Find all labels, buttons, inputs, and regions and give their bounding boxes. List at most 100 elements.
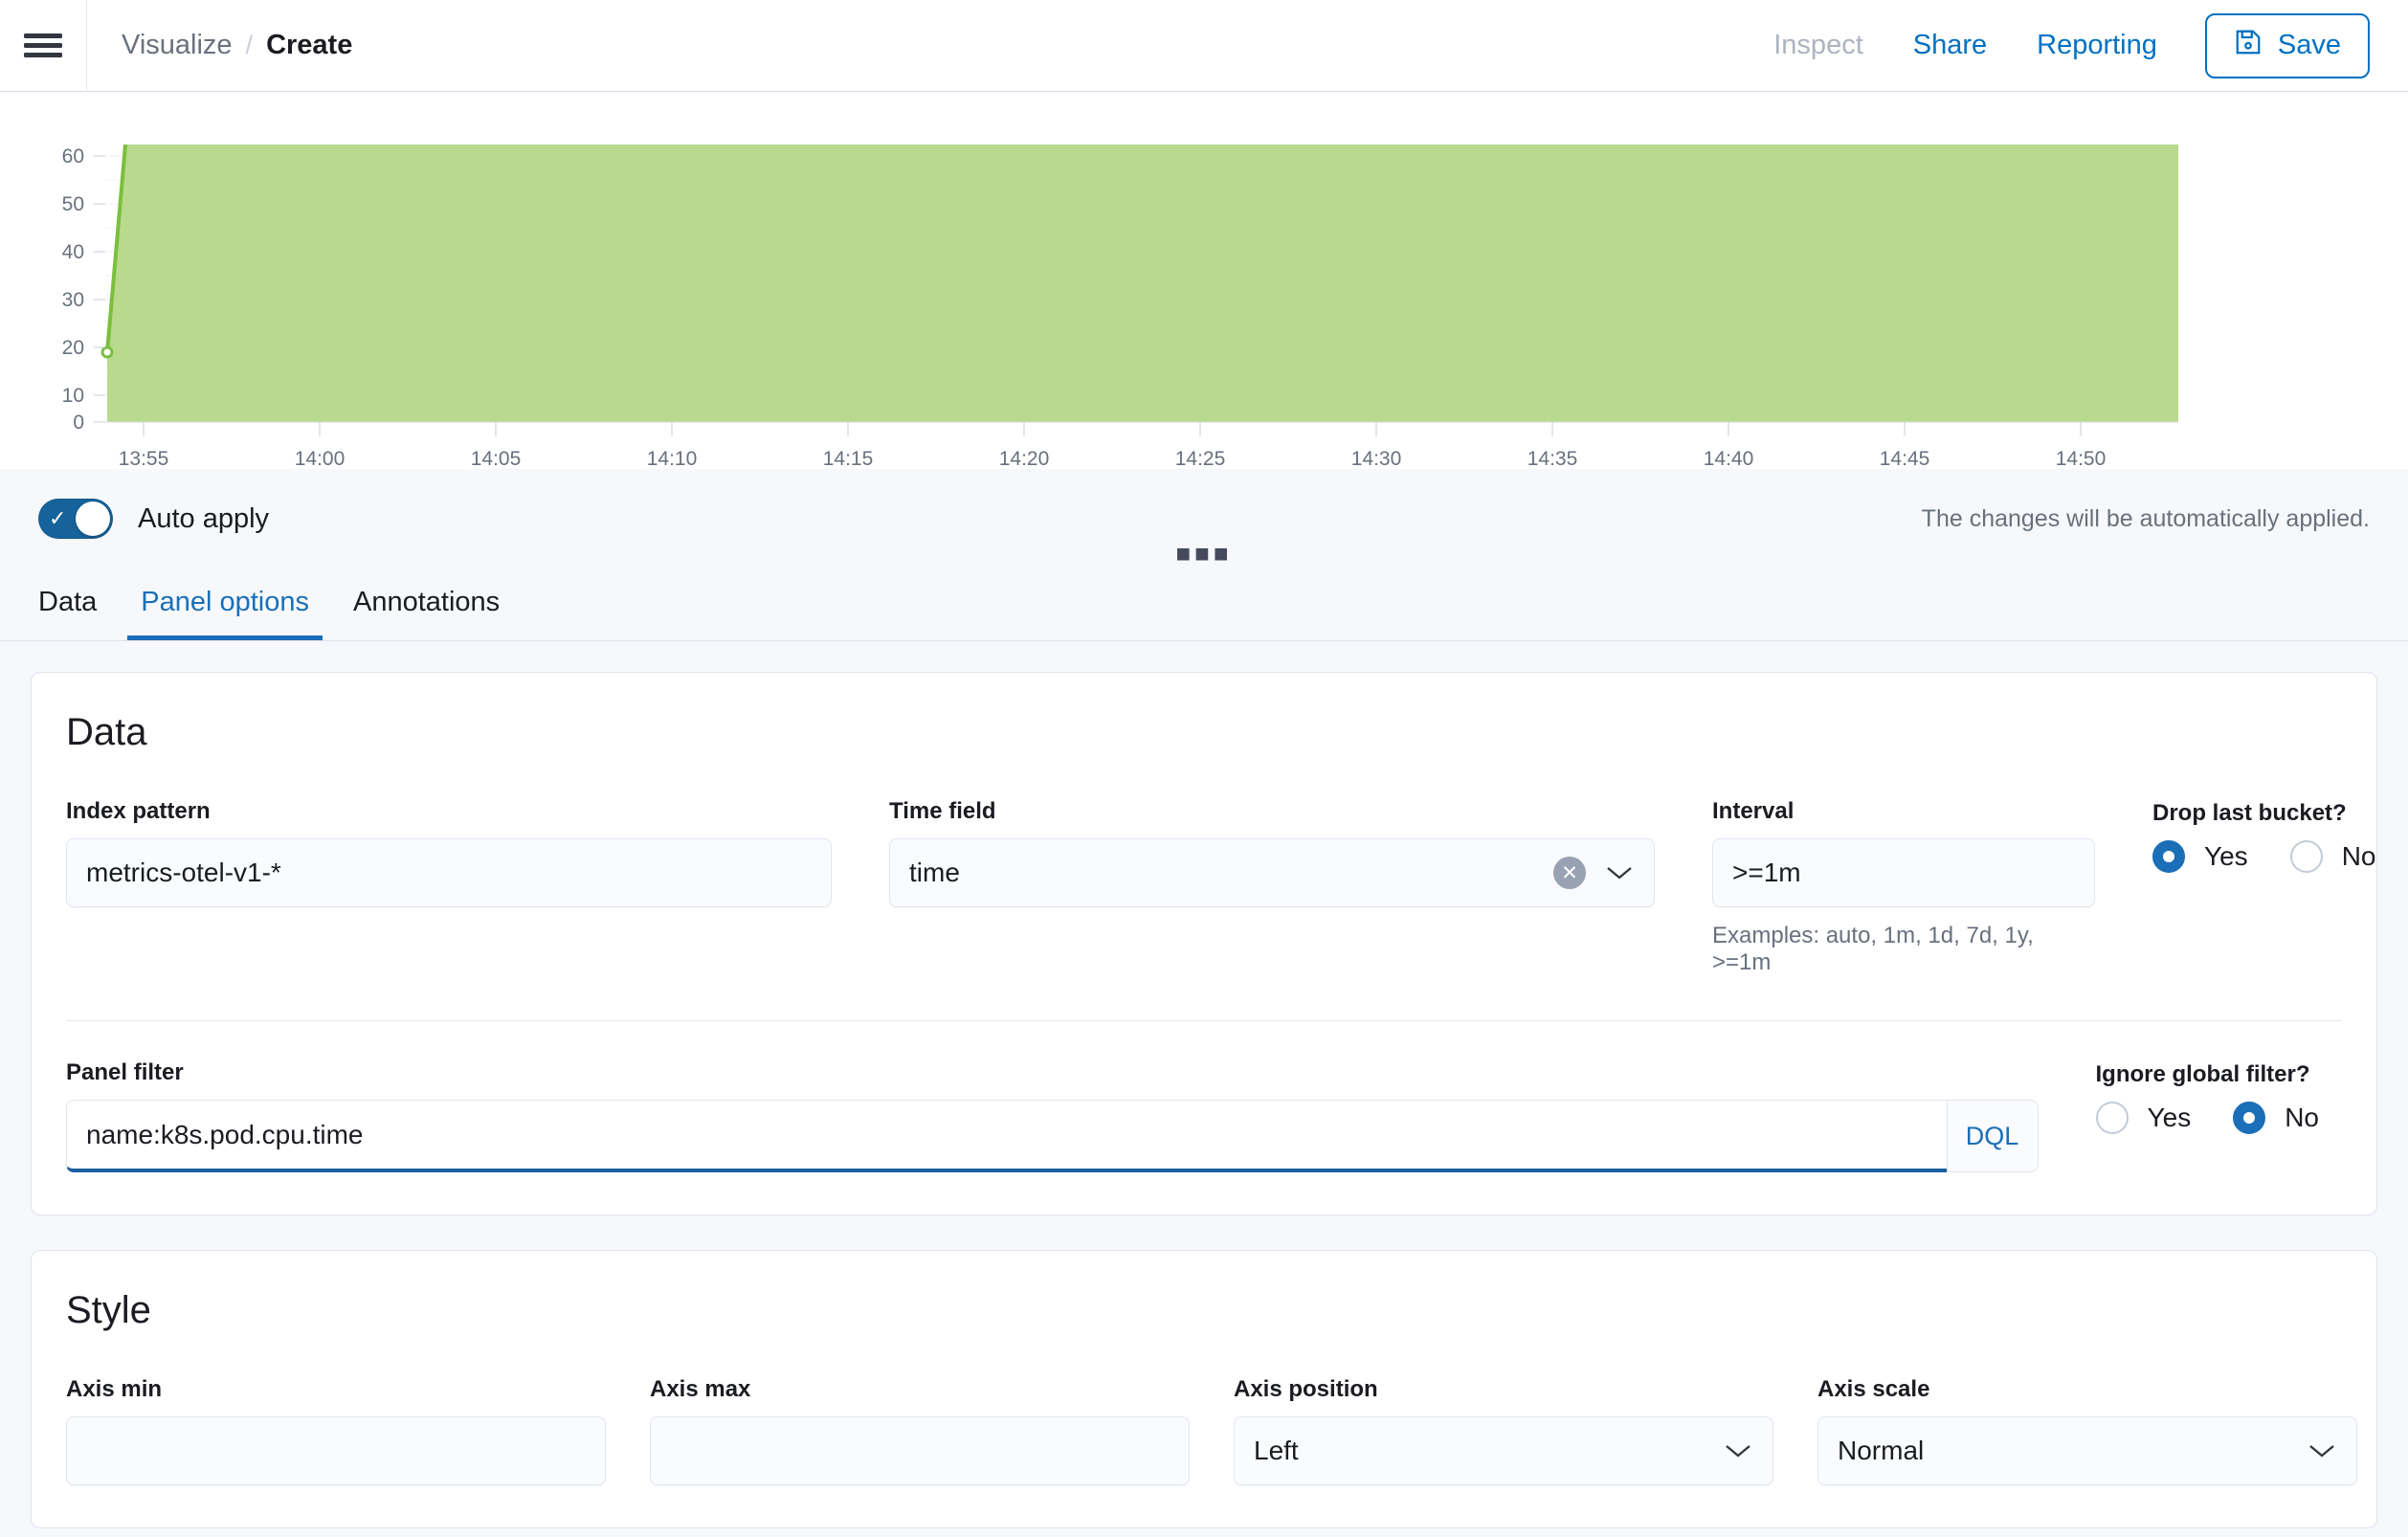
svg-text:40: 40 <box>62 241 84 263</box>
svg-text:0: 0 <box>73 412 84 434</box>
svg-text:14:40: 14:40 <box>1704 448 1754 469</box>
drop-last-bucket-radio-yes[interactable] <box>2152 840 2185 873</box>
check-icon: ✓ <box>49 506 67 530</box>
breadcrumb-visualize[interactable]: Visualize <box>122 30 233 61</box>
visualization-chart-panel[interactable]: 60 50 40 30 20 10 0 13:55 14:00 14:05 14… <box>0 92 2408 517</box>
index-pattern-input[interactable]: metrics-otel-v1-* <box>66 838 832 907</box>
axis-scale-select[interactable]: Normal <box>1817 1416 2357 1485</box>
ignore-global-filter-radio-yes[interactable] <box>2095 1102 2129 1134</box>
style-panel: Style Axis min Axis max Axis position Le… <box>31 1250 2377 1528</box>
axis-min-input[interactable] <box>66 1416 606 1485</box>
interval-hint: Examples: auto, 1m, 1d, 7d, 1y, >=1m <box>1712 923 2034 975</box>
svg-text:14:50: 14:50 <box>2056 448 2107 469</box>
ignore-global-filter-group: Ignore global filter? Yes No <box>2095 1059 2342 1134</box>
panel-filter-input[interactable]: name:k8s.pod.cpu.time <box>66 1100 1947 1172</box>
svg-text:14:45: 14:45 <box>1880 448 1930 469</box>
svg-text:14:15: 14:15 <box>823 448 874 469</box>
header-actions: Inspect Share Reporting Save <box>1749 12 2408 78</box>
axis-max-group: Axis max <box>650 1376 1190 1485</box>
svg-text:20: 20 <box>62 337 84 359</box>
axis-scale-label: Axis scale <box>1817 1376 1930 1402</box>
interval-input[interactable]: >=1m <box>1712 838 2095 907</box>
axis-position-select-wrapper: Left <box>1234 1416 1773 1485</box>
axis-scale-group: Axis scale Normal <box>1817 1376 2357 1485</box>
drop-last-bucket-yes-label[interactable]: Yes <box>2204 841 2248 872</box>
area-chart[interactable]: 60 50 40 30 20 10 0 13:55 14:00 14:05 14… <box>0 92 2408 469</box>
index-pattern-field-group: Index pattern metrics-otel-v1-* <box>66 798 832 907</box>
auto-apply-toggle[interactable]: ✓ <box>38 499 113 539</box>
ignore-global-filter-radio-no[interactable] <box>2233 1102 2266 1134</box>
svg-text:50: 50 <box>62 193 84 215</box>
save-button[interactable]: Save <box>2204 12 2370 78</box>
panel-filter-group: Panel filter name:k8s.pod.cpu.time DQL <box>66 1059 2039 1172</box>
svg-text:13:55: 13:55 <box>119 448 169 469</box>
breadcrumb: Visualize / Create <box>87 30 352 61</box>
svg-text:60: 60 <box>62 145 84 167</box>
auto-apply-label: Auto apply <box>138 502 270 534</box>
hamburger-menu-button[interactable] <box>0 0 86 92</box>
auto-apply-bar: ✓ Auto apply The changes will be automat… <box>0 469 2408 568</box>
svg-text:14:05: 14:05 <box>471 448 522 469</box>
time-field-select[interactable]: time <box>889 838 1655 907</box>
interval-field-group: Interval >=1m Examples: auto, 1m, 1d, 7d… <box>1712 798 2095 976</box>
panel-filter-input-wrapper: name:k8s.pod.cpu.time DQL <box>66 1100 2039 1172</box>
panel-filter-label: Panel filter <box>66 1059 184 1085</box>
data-panel: Data Index pattern metrics-otel-v1-* Tim… <box>31 672 2377 1215</box>
axis-position-select[interactable]: Left <box>1234 1416 1773 1485</box>
editor-tabs: Data Panel options Annotations <box>0 568 2408 641</box>
svg-text:14:30: 14:30 <box>1351 448 1402 469</box>
svg-text:14:25: 14:25 <box>1175 448 1226 469</box>
axis-scale-select-wrapper: Normal <box>1817 1416 2357 1485</box>
ignore-global-filter-no-label[interactable]: No <box>2285 1103 2319 1133</box>
toggle-knob <box>76 501 110 536</box>
drop-last-bucket-group: Drop last bucket? Yes No <box>2152 798 2398 873</box>
axis-min-label: Axis min <box>66 1376 163 1402</box>
tab-annotations[interactable]: Annotations <box>340 587 513 640</box>
panel-resize-handle[interactable]: ■■■ <box>1175 541 1232 566</box>
tab-panel-options[interactable]: Panel options <box>127 587 323 640</box>
axis-min-group: Axis min <box>66 1376 606 1485</box>
panel-filter-row: Panel filter name:k8s.pod.cpu.time DQL I… <box>66 1059 2342 1172</box>
hamburger-icon <box>24 32 62 60</box>
ignore-global-filter-yes-label[interactable]: Yes <box>2148 1103 2192 1133</box>
axis-max-input[interactable] <box>650 1416 1190 1485</box>
editor-content: Data Index pattern metrics-otel-v1-* Tim… <box>0 641 2408 1537</box>
svg-text:14:10: 14:10 <box>647 448 698 469</box>
time-field-select-wrapper: time ✕ <box>889 838 1655 907</box>
time-field-group: Time field time ✕ <box>889 798 1655 907</box>
svg-text:10: 10 <box>62 385 84 407</box>
query-language-button[interactable]: DQL <box>1946 1100 2039 1172</box>
index-pattern-label: Index pattern <box>66 798 211 824</box>
interval-label: Interval <box>1712 798 1795 824</box>
inspect-button[interactable]: Inspect <box>1749 30 1888 61</box>
reporting-button[interactable]: Reporting <box>2012 30 2182 61</box>
share-button[interactable]: Share <box>1888 30 2012 61</box>
svg-text:14:35: 14:35 <box>1527 448 1578 469</box>
style-fields-row: Axis min Axis max Axis position Left Axi… <box>66 1376 2357 1485</box>
ignore-global-filter-label: Ignore global filter? <box>2095 1061 2310 1087</box>
svg-text:30: 30 <box>62 289 84 311</box>
tab-data[interactable]: Data <box>25 587 110 640</box>
drop-last-bucket-radios: Yes No <box>2152 840 2398 873</box>
drop-last-bucket-label: Drop last bucket? <box>2152 800 2347 826</box>
data-fields-row: Index pattern metrics-otel-v1-* Time fie… <box>66 798 2375 976</box>
axis-position-label: Axis position <box>1234 1376 1378 1402</box>
floppy-disk-save-icon <box>2234 28 2263 64</box>
auto-apply-hint: The changes will be automatically applie… <box>1921 504 2370 532</box>
axis-position-group: Axis position Left <box>1234 1376 1773 1485</box>
svg-text:14:00: 14:00 <box>295 448 346 469</box>
drop-last-bucket-no-label[interactable]: No <box>2342 841 2376 872</box>
axis-max-label: Axis max <box>650 1376 751 1402</box>
style-panel-title: Style <box>66 1289 151 1331</box>
clear-x-icon[interactable]: ✕ <box>1553 857 1586 889</box>
drop-last-bucket-radio-no[interactable] <box>2289 840 2323 873</box>
data-panel-title: Data <box>66 711 147 753</box>
svg-text:14:20: 14:20 <box>999 448 1050 469</box>
time-field-label: Time field <box>889 798 996 824</box>
app-header: Visualize / Create Inspect Share Reporti… <box>0 0 2408 92</box>
data-panel-divider <box>66 1020 2342 1021</box>
breadcrumb-create: Create <box>266 30 353 60</box>
breadcrumb-separator: / <box>245 31 254 59</box>
save-button-label: Save <box>2277 30 2341 60</box>
ignore-global-filter-radios: Yes No <box>2095 1102 2342 1134</box>
